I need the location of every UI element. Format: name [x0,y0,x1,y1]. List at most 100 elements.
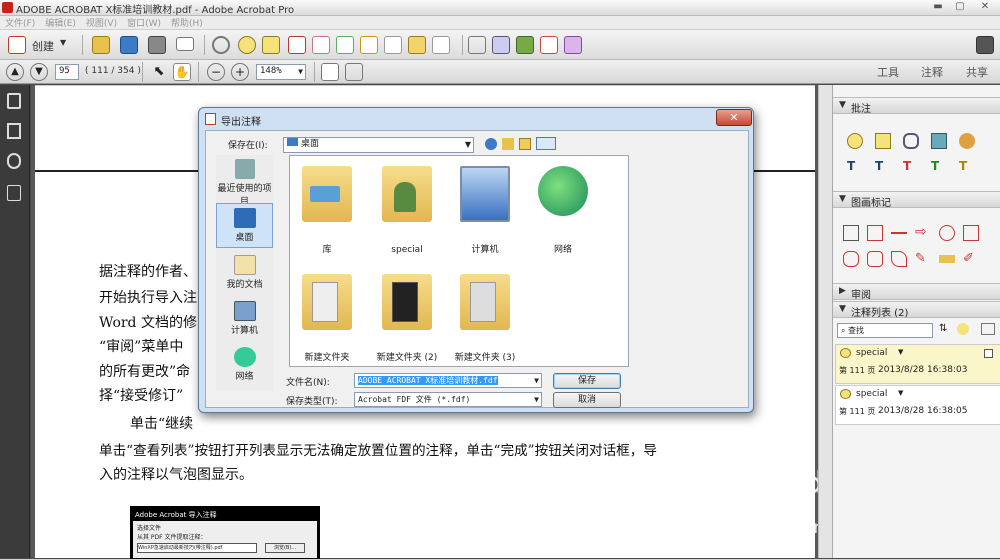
chevron-down-icon[interactable]: ▼ [898,348,903,356]
place-documents[interactable]: 我的文档 [216,251,273,296]
page-thumbnails-icon[interactable] [7,93,21,109]
highlight-text-icon[interactable] [875,133,891,149]
minimize-button[interactable]: ▬ [928,0,948,14]
options-icon[interactable] [981,323,995,335]
tab-tools[interactable]: 工具 [877,64,899,80]
redact-icon[interactable] [540,36,558,54]
tab-share[interactable]: 共享 [966,64,988,80]
section-comment-list-header[interactable]: ▼ 注释列表 (2) [833,301,1000,319]
extract-page-icon[interactable] [384,36,402,54]
cloud-icon[interactable] [843,251,859,267]
file-item-library[interactable]: 库 [292,160,362,255]
comment-item[interactable]: special ▼ 第 111 页 2013/8/28 16:38:03 [835,344,1000,384]
link-icon[interactable] [492,36,510,54]
arrow-icon[interactable]: ⇨ [915,225,931,241]
pencil-icon[interactable]: ✎ [915,251,931,267]
place-recent[interactable]: 最近使用的项目 [216,155,273,207]
email-icon[interactable] [176,37,194,51]
rectangle-icon[interactable] [963,225,979,241]
split-document-icon[interactable] [408,36,426,54]
file-item-computer[interactable]: 计算机 [450,160,520,255]
sort-icon[interactable]: ⇅ [939,323,955,339]
save-in-select[interactable]: 桌面 ▼ [283,137,474,153]
create-button[interactable]: 创建 [32,38,54,54]
eraser-icon[interactable] [939,255,955,263]
filter-comments-icon[interactable] [957,323,969,335]
polygon-icon[interactable] [867,251,883,267]
zoom-level-select[interactable]: 148% ▼ [256,64,306,80]
file-item-network[interactable]: 网络 [528,160,598,255]
comment-search-input[interactable]: ⌕ 查找 [837,323,933,338]
full-screen-icon[interactable] [976,36,994,54]
callout-icon[interactable] [867,225,883,241]
close-window-button[interactable]: ✕ [975,0,995,14]
page-options-icon[interactable] [432,36,450,54]
next-page-icon[interactable]: ▼ [30,63,48,81]
connected-lines-icon[interactable] [891,251,907,267]
open-folder-icon[interactable] [92,36,110,54]
page-number-input[interactable]: 95 [55,64,79,80]
form-fields-icon[interactable] [468,36,486,54]
view-menu-icon[interactable] [536,137,556,150]
sticky-note-icon[interactable] [847,133,863,149]
back-icon[interactable] [485,138,497,150]
attach-file-icon[interactable] [903,133,919,149]
record-audio-icon[interactable] [931,133,947,149]
zoom-in-icon[interactable]: + [231,63,249,81]
dialog-close-button[interactable]: ✕ [716,109,752,126]
tab-comment[interactable]: 注释 [921,64,943,80]
fit-width-icon[interactable] [345,63,363,81]
chevron-down-icon[interactable]: ▼ [898,389,903,397]
create-pdf-icon[interactable] [8,36,26,54]
settings-gear-icon[interactable] [212,36,230,54]
bookmarks-icon[interactable] [7,123,21,139]
file-item-new-folder-3[interactable]: 新建文件夹 (3) [450,268,520,363]
signatures-icon[interactable] [7,185,21,201]
vertical-scrollbar[interactable] [818,85,832,558]
new-folder-icon[interactable] [519,138,531,150]
section-annotations-header[interactable]: ▼ 批注 [833,97,1000,115]
attachments-icon[interactable] [7,153,21,169]
save-button[interactable]: 保存 [553,373,621,389]
oval-icon[interactable] [939,225,955,241]
ink-icon[interactable]: ✐ [963,251,979,267]
insert-page-icon[interactable] [336,36,354,54]
replace-page-icon[interactable] [360,36,378,54]
highlight-color-icon[interactable] [564,36,582,54]
delete-page-icon[interactable] [288,36,306,54]
comment-item[interactable]: special ▼ 第 111 页 2013/8/28 16:38:05 [835,385,1000,425]
section-review-header[interactable]: ▶ 审阅 [833,283,1000,301]
filetype-select[interactable]: Acrobat FDF 文件 (*.fdf) ▼ [354,392,542,407]
line-icon[interactable] [891,232,907,234]
zoom-out-icon[interactable]: − [207,63,225,81]
select-tool-icon[interactable]: ⬉ [150,63,168,81]
textbox-icon[interactable] [843,225,859,241]
underline-text-icon[interactable]: T [931,159,947,175]
export-page-icon[interactable] [312,36,330,54]
comment-bubble-icon[interactable] [238,36,256,54]
cancel-button[interactable]: 取消 [553,392,621,408]
sticky-note-icon[interactable] [262,36,280,54]
print-icon[interactable] [148,36,166,54]
replace-text-icon[interactable]: T [875,159,891,175]
add-note-to-text-icon[interactable]: T [959,159,975,175]
strikethrough-icon[interactable]: T [903,159,919,175]
attach-link-icon[interactable] [516,36,534,54]
maximize-button[interactable]: ▢ [950,0,970,14]
place-network[interactable]: 网络 [216,343,273,388]
place-desktop[interactable]: 桌面 [216,203,273,248]
filename-input[interactable]: ADOBE ACROBAT X标准培训教材.fdf ▼ [354,373,542,388]
save-icon[interactable] [120,36,138,54]
file-item-new-folder[interactable]: 新建文件夹 [292,268,362,363]
section-drawing-header[interactable]: ▼ 图画标记 [833,191,1000,209]
insert-text-icon[interactable]: T [847,159,863,175]
file-item-special[interactable]: special [372,160,442,255]
stamp-icon[interactable] [959,133,975,149]
fit-page-icon[interactable] [321,63,339,81]
place-computer[interactable]: 计算机 [216,297,273,342]
file-item-new-folder-2[interactable]: 新建文件夹 (2) [372,268,442,363]
comment-checkbox[interactable] [984,349,993,358]
create-dropdown-icon[interactable]: ▼ [60,38,66,47]
up-folder-icon[interactable] [502,138,514,150]
hand-tool-icon[interactable]: ✋ [173,63,191,81]
